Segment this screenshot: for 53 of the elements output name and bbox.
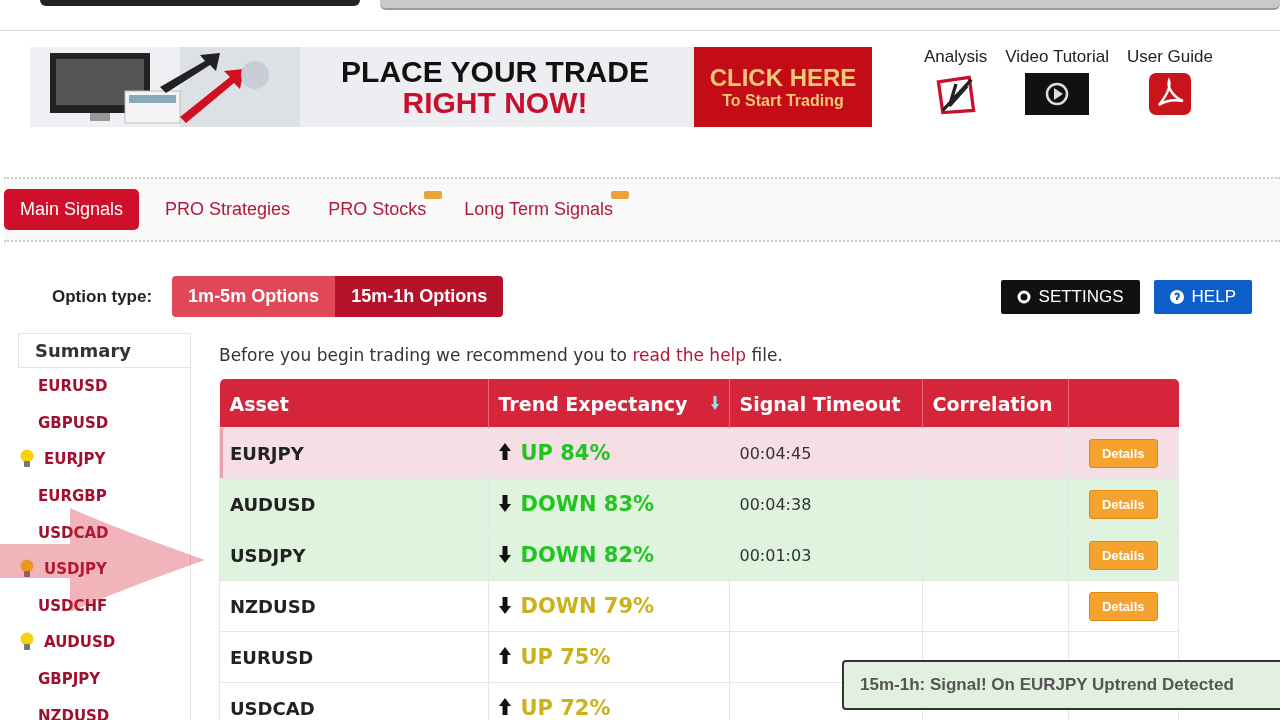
asset-link[interactable]: EURGBP [38,487,107,506]
column-header: Asset [219,379,488,428]
column-header: Signal Timeout [729,379,922,428]
banner-headline: PLACE YOUR TRADE [341,55,649,87]
option-type-label: Option type: [52,286,153,307]
table-cell: AUDUSD [219,478,488,530]
sort-arrow-icon [710,395,719,412]
asset-link[interactable]: NZDUSD [38,706,110,720]
option-toggle[interactable]: 15m-1h Options [335,276,504,317]
summary-heading: Summary [18,333,190,368]
column-header: Correlation [922,379,1068,428]
table-cell: NZDUSD [219,580,488,632]
gear-icon [1016,289,1031,304]
trend-value: UP 75% [520,645,611,669]
help-button[interactable]: HELP [1153,279,1252,314]
column-header: Trend Expectancy [488,379,729,428]
table-cell: USDCAD [219,682,488,720]
tab[interactable]: Long Term Signals [452,189,625,230]
tab[interactable]: Main Signals [4,189,140,230]
table-cell: EURJPY [219,427,488,479]
trend-value: DOWN 82% [520,543,655,567]
trend-value: UP 72% [520,696,611,720]
asset-link[interactable]: EURJPY [44,450,106,469]
help-link[interactable]: read the help [632,345,747,365]
table-cell: USDJPY [219,529,488,581]
click-here-button[interactable]: CLICK HERE To Start Trading [694,47,872,127]
settings-button[interactable]: SETTINGS [1000,279,1140,314]
asset-link[interactable]: USDCHF [38,596,108,615]
signal-notification: 15m-1h: Signal! On EURJPY Uptrend Detected [842,660,1280,710]
asset-link[interactable]: GBPUSD [38,413,109,432]
asset-link[interactable]: EURUSD [38,377,108,396]
trend-value: DOWN 83% [520,492,655,516]
resource-link[interactable]: Video Tutorial [1005,47,1109,117]
trend-value: DOWN 79% [520,594,655,618]
asset-link[interactable]: GBPJPY [38,670,101,689]
option-toggle[interactable]: 1m-5m Options [172,276,336,317]
asset-link[interactable]: USDCAD [38,523,109,542]
intro-text: Before you begin trading we recommend you to read the help file. [219,345,784,365]
banner-subline: RIGHT NOW! [402,87,588,119]
tab[interactable]: PRO Stocks [316,189,439,230]
trend-value: UP 84% [520,441,611,465]
help-icon [1169,289,1184,304]
table-cell: 00:04:45 [739,443,812,463]
tab[interactable]: PRO Strategies [153,189,303,230]
asset-link[interactable]: AUDUSD [44,633,116,652]
table-cell: EURUSD [219,631,488,683]
asset-link[interactable]: USDJPY [44,560,107,579]
play-icon [1025,73,1090,115]
table-cell: 00:04:38 [739,494,812,514]
resource-link[interactable]: Analysis [924,47,988,117]
resource-link[interactable]: User Guide [1126,47,1213,117]
table-cell: 00:01:03 [739,545,812,565]
pdf-icon [1148,73,1191,115]
